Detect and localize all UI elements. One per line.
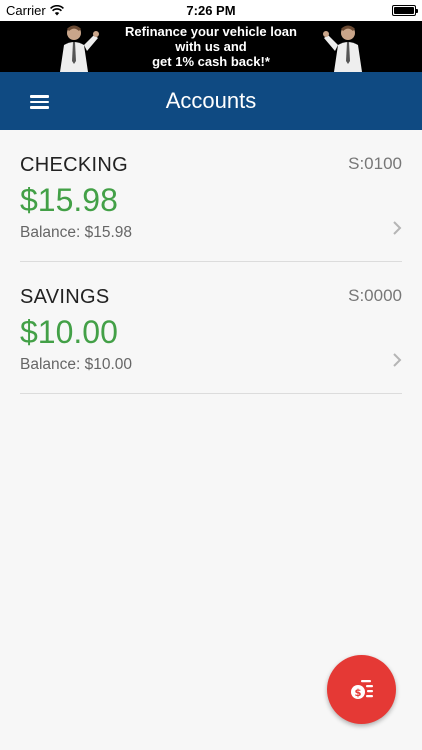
ad-line-1: Refinance your vehicle loan [125, 24, 297, 39]
battery-fill [394, 7, 414, 14]
svg-text:$: $ [355, 688, 362, 699]
ad-line-3: get 1% cash back!* [152, 54, 270, 69]
ad-banner[interactable]: Refinance your vehicle loan with us and … [0, 21, 422, 72]
account-suffix: S:0000 [348, 286, 402, 305]
ad-person-image [60, 25, 99, 72]
transfer-money-icon: $ [351, 680, 373, 699]
account-balance: Balance: $10.00 [20, 356, 133, 373]
chevron-right-icon [393, 353, 402, 367]
account-suffix: S:0100 [348, 154, 402, 173]
battery-icon [392, 5, 418, 16]
ad-text: Refinance your vehicle loan with us and … [100, 24, 322, 69]
account-item-checking[interactable]: CHECKING S:0100 $15.98 Balance: $15.98 [20, 130, 402, 262]
account-available-amount: $15.98 [20, 182, 118, 218]
status-bar: Carrier 7:26 PM [0, 0, 422, 21]
chevron-right-icon [393, 221, 402, 235]
ad-person-image [323, 25, 362, 72]
account-available-amount: $10.00 [20, 314, 118, 350]
status-time: 7:26 PM [186, 3, 236, 18]
account-name: SAVINGS [20, 286, 110, 308]
ad-line-2: with us and [175, 39, 247, 54]
app-header: Accounts [0, 72, 422, 130]
transfer-money-button[interactable]: $ [327, 655, 396, 724]
page-title: Accounts [165, 88, 257, 113]
account-balance: Balance: $15.98 [20, 224, 133, 241]
account-name: CHECKING [20, 154, 128, 176]
account-item-savings[interactable]: SAVINGS S:0000 $10.00 Balance: $10.00 [20, 262, 402, 394]
